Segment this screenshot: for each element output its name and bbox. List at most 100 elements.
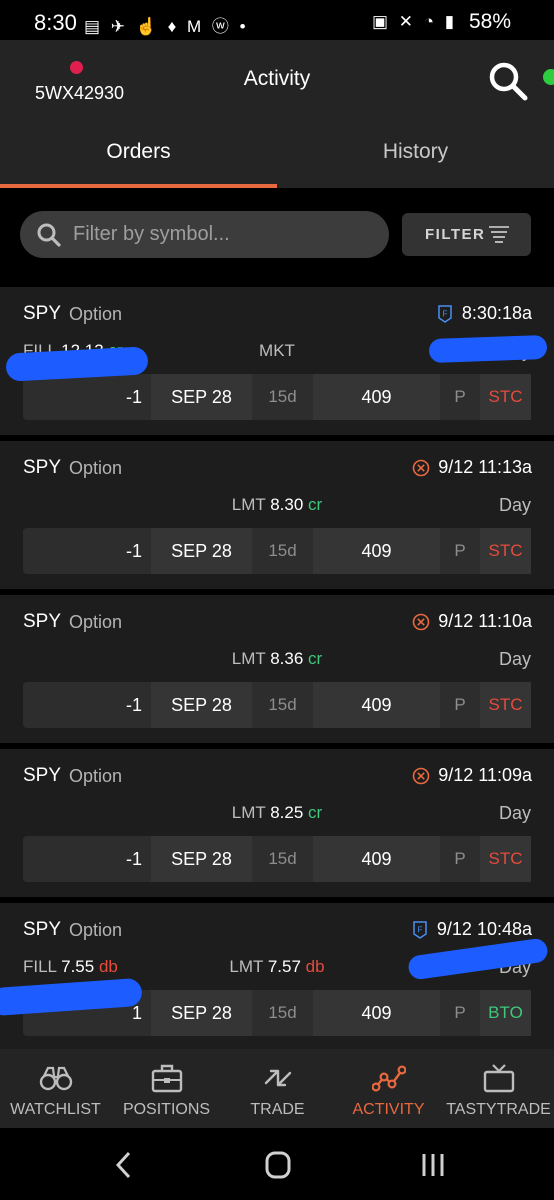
status-bar: 8:30 ▤ ✈ ☝ ♦ M ⓦ • ▣ ✕ ◔ ▮ 58%	[0, 0, 554, 40]
symbol-search-field[interactable]	[20, 211, 389, 258]
back-icon[interactable]	[104, 1150, 144, 1180]
nav-label: ACTIVITY	[352, 1101, 425, 1118]
order-price: LMT 8.30 cr	[0, 495, 554, 515]
order-status: F 8:30:18a	[436, 303, 532, 324]
connection-status-dot	[543, 69, 554, 85]
redaction-scribble	[428, 334, 548, 364]
order-symbol: SPY	[23, 457, 62, 478]
order-instrument-type: Option	[69, 766, 123, 786]
recents-icon[interactable]	[413, 1150, 453, 1180]
order-symbol: SPY	[23, 765, 62, 786]
nav-positions[interactable]: POSITIONS	[111, 1049, 222, 1128]
time-in-force: Day	[498, 495, 531, 515]
leg-expiration: SEP 28	[151, 836, 252, 882]
leg-expiration: SEP 28	[151, 374, 252, 420]
price-type: LMT	[231, 649, 266, 668]
price-value: 7.57	[267, 957, 301, 976]
leg-days-to-expiration: 15d	[268, 849, 297, 868]
app-header: 5WX42930 Activity Orders History	[0, 40, 554, 188]
order-instrument-type: Option	[69, 612, 123, 632]
leg-action: STC	[480, 374, 531, 420]
filled-icon: F	[413, 920, 427, 939]
leg-strike: 409	[313, 682, 440, 728]
tab-history[interactable]: History	[277, 140, 554, 164]
order-symbol: SPY	[23, 611, 62, 632]
leg-put-call: P	[454, 387, 466, 406]
leg-expiration: SEP 28	[151, 990, 252, 1036]
order-instrument-type: Option	[69, 304, 123, 324]
leg-days-to-expiration: 15d	[268, 1003, 297, 1022]
nav-label: TASTYTRADE	[446, 1101, 551, 1118]
nav-label: POSITIONS	[122, 1101, 211, 1118]
price-type: LMT	[231, 803, 266, 822]
cancelled-icon	[412, 613, 430, 630]
time-in-force: Day	[498, 649, 531, 669]
filter-lines-icon	[489, 226, 509, 243]
status-time: 8:30	[34, 10, 77, 35]
order-card[interactable]: SPY Option 9/12 11:13a LMT 8.30 cr Day -1 SEP …	[0, 441, 554, 589]
leg-put-call: P	[454, 541, 466, 560]
tv-icon	[483, 1064, 515, 1093]
leg-put-call: P	[454, 849, 466, 868]
filled-icon: F	[438, 304, 452, 323]
search-icon[interactable]	[488, 61, 528, 101]
price-value: 8.25	[270, 803, 304, 822]
price-type: LMT	[229, 957, 264, 976]
system-icons: ▣ ✕ ◔ ▮	[372, 12, 458, 31]
order-leg: -1 SEP 28 15d 409 P STC	[23, 374, 531, 420]
order-status: 9/12 11:13a	[412, 457, 532, 478]
order-leg: -1 SEP 28 15d 409 P STC	[23, 528, 531, 574]
leg-action: STC	[480, 836, 531, 882]
leg-days-to-expiration: 15d	[268, 541, 297, 560]
leg-put-call: P	[454, 1003, 466, 1022]
cancelled-icon	[412, 459, 430, 476]
price-suffix: db	[305, 957, 325, 976]
tab-orders[interactable]: Orders	[0, 140, 277, 164]
search-icon	[37, 223, 61, 247]
leg-strike: 409	[313, 528, 440, 574]
order-status: 9/12 11:10a	[412, 611, 532, 632]
symbol-search-input[interactable]	[73, 211, 373, 258]
binoculars-icon	[39, 1066, 73, 1091]
filter-button-label: FILTER	[425, 226, 486, 243]
order-time: 9/12 11:13a	[438, 457, 532, 477]
nav-activity[interactable]: ACTIVITY	[333, 1049, 444, 1128]
page-title: Activity	[243, 67, 311, 90]
leg-action: STC	[480, 682, 531, 728]
nav-tastytrade[interactable]: TASTYTRADE	[443, 1049, 554, 1128]
svg-text:F: F	[442, 309, 447, 318]
order-price: LMT 8.25 cr	[0, 803, 554, 823]
system-navigation-bar	[0, 1128, 554, 1200]
trade-arrows-icon	[264, 1069, 292, 1087]
order-card[interactable]: SPY Option F 9/12 10:48a FILL 7.55 db LMT 7.5…	[0, 903, 554, 1051]
nav-label: WATCHLIST	[10, 1101, 101, 1118]
leg-days-to-expiration: 15d	[268, 387, 297, 406]
price-suffix: cr	[308, 803, 323, 822]
nav-watchlist[interactable]: WATCHLIST	[0, 1049, 111, 1128]
order-time: 9/12 11:09a	[438, 765, 532, 785]
order-status: 9/12 11:09a	[412, 765, 532, 786]
leg-expiration: SEP 28	[151, 682, 252, 728]
leg-action: STC	[480, 528, 531, 574]
bottom-nav: WATCHLIST POSITIONS TRADE ACTIVITY TASTY…	[0, 1049, 554, 1128]
order-leg: -1 SEP 28 15d 409 P STC	[23, 836, 531, 882]
order-instrument-type: Option	[69, 920, 123, 940]
activity-icon	[372, 1065, 406, 1092]
leg-days-to-expiration: 15d	[268, 695, 297, 714]
order-card[interactable]: SPY Option 9/12 11:09a LMT 8.25 cr Day -1 SEP …	[0, 749, 554, 897]
home-icon[interactable]	[258, 1150, 298, 1180]
battery-level: 58%	[469, 10, 512, 33]
order-status: F 9/12 10:48a	[411, 919, 532, 940]
filter-button[interactable]: FILTER	[402, 213, 531, 256]
nav-trade[interactable]: TRADE	[222, 1049, 333, 1128]
order-card[interactable]: SPY Option 9/12 11:10a LMT 8.36 cr Day -1 SEP …	[0, 595, 554, 743]
price-type: MKT	[259, 341, 295, 360]
leg-strike: 409	[313, 836, 440, 882]
order-time: 9/12 10:48a	[436, 919, 532, 939]
leg-put-call: P	[454, 695, 466, 714]
order-symbol: SPY	[23, 303, 62, 324]
price-value: 8.30	[270, 495, 304, 514]
notification-icons: ▤ ✈ ☝ ♦ M ⓦ •	[84, 17, 249, 36]
price-suffix: cr	[308, 495, 323, 514]
price-value: 8.36	[270, 649, 304, 668]
